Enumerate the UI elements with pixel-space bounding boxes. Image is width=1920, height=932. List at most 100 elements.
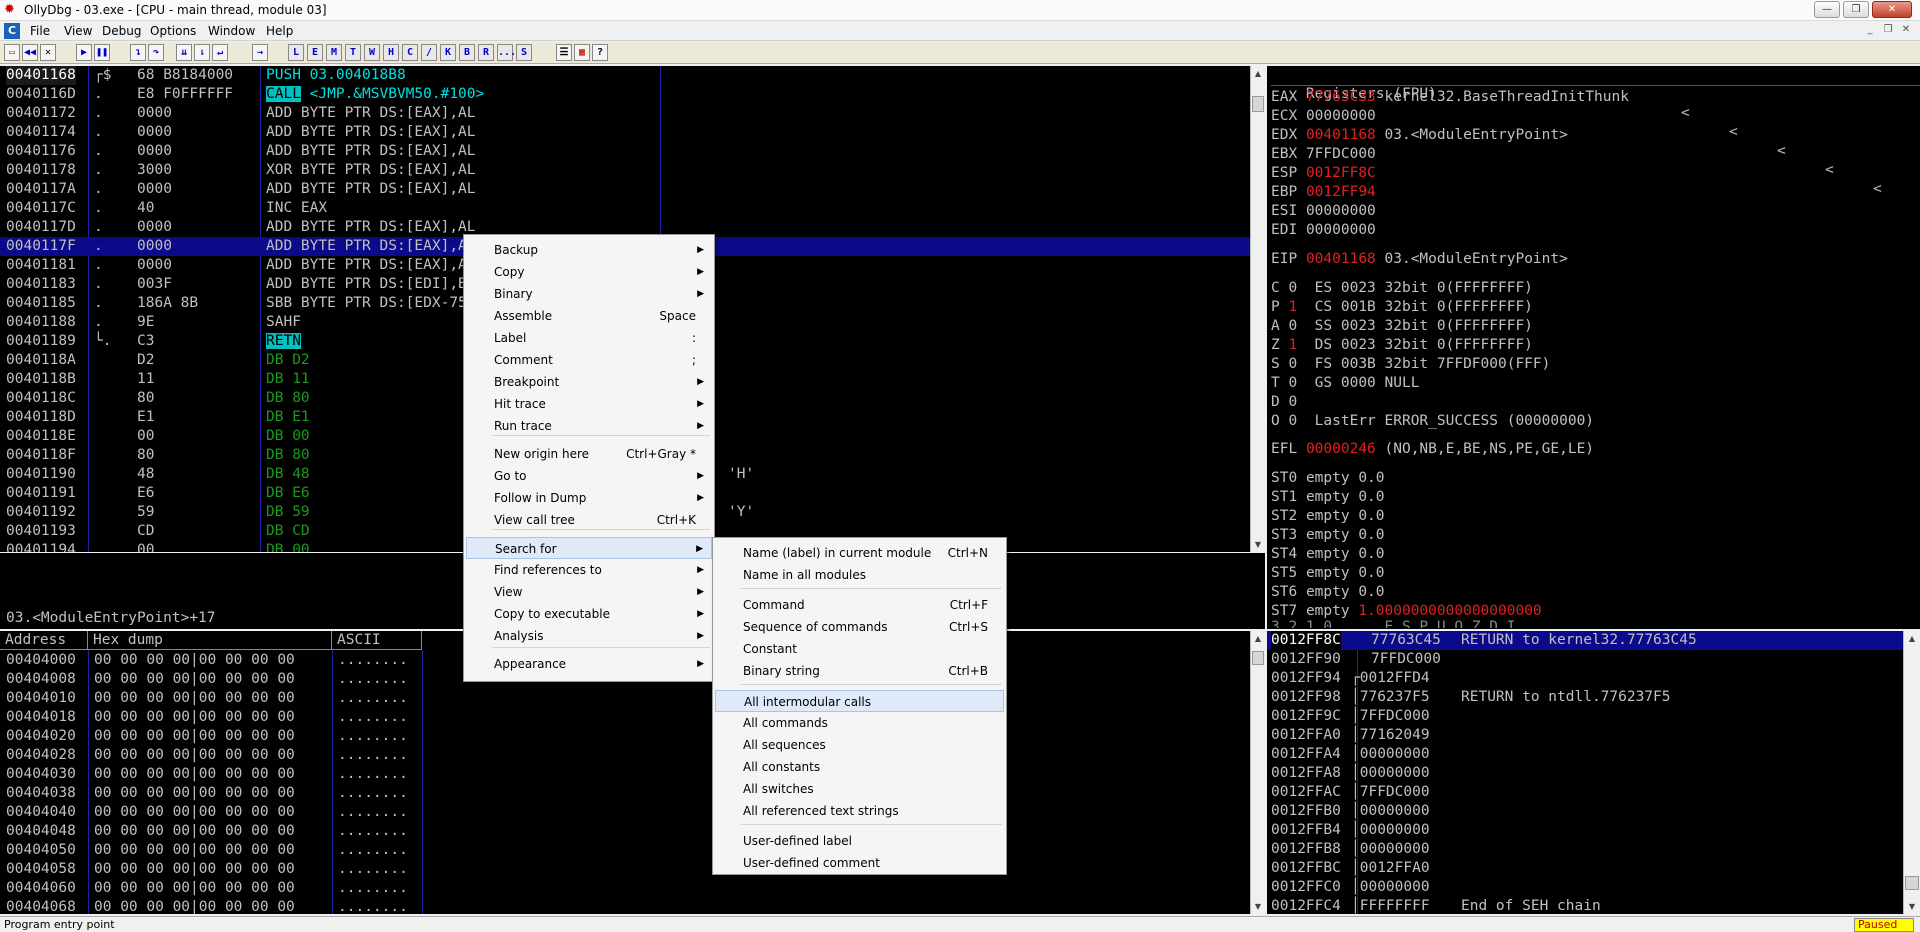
dump-row[interactable]: 00404048 00 00 00 00|00 00 00 00........ (0, 822, 1250, 841)
menu-window[interactable]: Window (208, 24, 255, 38)
memory-window-button[interactable]: M (326, 44, 342, 61)
flag-row[interactable]: Z 1 DS 0023 32bit 0(FFFFFFFF) (1271, 336, 1594, 355)
submenu-item[interactable]: Constant (715, 638, 1004, 660)
goto-icon[interactable]: → (252, 44, 268, 61)
context-menu-item[interactable]: Run trace ▶ (466, 415, 712, 437)
menu-debug[interactable]: Debug (102, 24, 141, 38)
breakpoints-window-button[interactable]: B (459, 44, 475, 61)
restore-button[interactable]: ❐ (1843, 1, 1869, 18)
list-icon[interactable]: ☰ (556, 44, 572, 61)
scroll-up-arrow-icon[interactable]: ▲ (1251, 66, 1265, 81)
context-menu-item[interactable]: Go to ▶ (466, 465, 712, 487)
submenu-item[interactable]: All constants (715, 756, 1004, 778)
stack-pane[interactable]: 0012FF8C 77763C45 RETURN to kernel32.77763… (1267, 631, 1903, 914)
menu-help[interactable]: Help (266, 24, 293, 38)
fpu-register-row[interactable]: ST6 empty 0.0 (1271, 583, 1542, 602)
scroll-up-arrow-icon[interactable]: ▲ (1904, 631, 1920, 646)
submenu-item[interactable]: Name (label) in current module Ctrl+N (715, 542, 1004, 564)
flag-row[interactable]: T 0 GS 0000 NULL (1271, 374, 1594, 393)
dump-row[interactable]: 00404028 00 00 00 00|00 00 00 00........ (0, 746, 1250, 765)
threads-window-button[interactable]: T (345, 44, 361, 61)
context-menu-item[interactable]: Analysis ▶ (466, 625, 712, 647)
stack-row[interactable]: 0012FF9C │7FFDC000 (1267, 707, 1903, 726)
submenu-item[interactable]: Command Ctrl+F (715, 594, 1004, 616)
help-icon[interactable]: ? (592, 44, 608, 61)
mdi-minimize-button[interactable]: _ (1862, 23, 1878, 38)
flag-row[interactable]: C 0 ES 0023 32bit 0(FFFFFFFF) (1271, 279, 1594, 298)
scroll-down-arrow-icon[interactable]: ▼ (1251, 537, 1265, 552)
stack-row[interactable]: 0012FF98 │776237F5 RETURN to ntdll.776237F… (1267, 688, 1903, 707)
context-menu-item[interactable]: Label: (466, 327, 712, 349)
dump-row[interactable]: 00404058 00 00 00 00|00 00 00 00........ (0, 860, 1250, 879)
registers-nav-5[interactable]: < (1873, 180, 1882, 199)
stack-row[interactable]: 0012FFAC │7FFDC000 (1267, 783, 1903, 802)
flag-row[interactable]: P 1 CS 001B 32bit 0(FFFFFFFF) (1271, 298, 1594, 317)
dump-row[interactable]: 00404050 00 00 00 00|00 00 00 00........ (0, 841, 1250, 860)
scroll-down-arrow-icon[interactable]: ▼ (1251, 899, 1265, 914)
context-menu-item[interactable]: Hit trace ▶ (466, 393, 712, 415)
flag-row[interactable]: O 0 LastErr ERROR_SUCCESS (00000000) (1271, 412, 1594, 431)
submenu-item[interactable]: All commands (715, 712, 1004, 734)
context-menu-item[interactable]: Comment; (466, 349, 712, 371)
stack-row[interactable]: 0012FF90 7FFDC000 (1267, 650, 1903, 669)
close-button[interactable]: ✕ (1872, 1, 1912, 18)
minimize-button[interactable]: — (1814, 1, 1840, 18)
run-trace-window-button[interactable]: ... (497, 44, 516, 61)
step-into-icon[interactable]: ↴ (130, 44, 146, 61)
flag-row[interactable]: S 0 FS 003B 32bit 7FFDF000(FFF) (1271, 355, 1594, 374)
menu-file[interactable]: File (30, 24, 50, 38)
cpu-window-icon[interactable]: C (4, 23, 20, 39)
register-row[interactable]: EBX 7FFDC000 (1271, 145, 1629, 164)
register-row[interactable]: ESP 0012FF8C (1271, 164, 1629, 183)
dump-row[interactable]: 00404060 00 00 00 00|00 00 00 00........ (0, 879, 1250, 898)
context-menu-item[interactable]: Backup ▶ (466, 239, 712, 261)
submenu-item[interactable]: All referenced text strings (715, 800, 1004, 822)
registers-nav-3[interactable]: < (1777, 142, 1786, 161)
stack-row[interactable]: 0012FFC4 │FFFFFFFF End of SEH chain (1267, 897, 1903, 914)
menu-view[interactable]: View (64, 24, 92, 38)
dump-row[interactable]: 00404010 00 00 00 00|00 00 00 00........ (0, 689, 1250, 708)
dump-scrollbar[interactable]: ▲ ▼ (1250, 631, 1265, 914)
handles-window-button[interactable]: H (383, 44, 399, 61)
register-row[interactable]: ECX 00000000 (1271, 107, 1629, 126)
execute-till-return-icon[interactable]: ↵ (212, 44, 228, 61)
context-menu-item[interactable]: Copy to executable ▶ (466, 603, 712, 625)
dump-row[interactable]: 00404018 00 00 00 00|00 00 00 00........ (0, 708, 1250, 727)
dump-header-hex[interactable]: Hex dump (88, 631, 332, 650)
fpu-register-row[interactable]: ST4 empty 0.0 (1271, 545, 1542, 564)
stack-row[interactable]: 0012FFA0 │77162049 (1267, 726, 1903, 745)
flag-row[interactable]: D 0 (1271, 393, 1594, 412)
registers-pane[interactable]: Registers (FPU) < < < < < EAX 77763C33 k… (1267, 66, 1920, 629)
register-row[interactable]: EDI 00000000 (1271, 221, 1629, 240)
trace-into-icon[interactable]: ⇊ (176, 44, 192, 61)
context-menu-item[interactable]: Copy ▶ (466, 261, 712, 283)
windows-window-button[interactable]: W (364, 44, 380, 61)
scroll-down-arrow-icon[interactable]: ▼ (1904, 899, 1920, 914)
context-menu-item[interactable]: View ▶ (466, 581, 712, 603)
dump-header-ascii[interactable]: ASCII (332, 631, 422, 650)
submenu-item[interactable]: All intermodular calls (715, 690, 1004, 712)
disasm-row[interactable]: 00401168 ┌$ 68 B8184000 PUSH 03.004018B8 (0, 66, 1250, 85)
submenu-item[interactable]: User-defined comment (715, 852, 1004, 874)
dump-row[interactable]: 00404030 00 00 00 00|00 00 00 00........ (0, 765, 1250, 784)
log-window-button[interactable]: L (288, 44, 304, 61)
restart-icon[interactable]: ◀◀ (22, 44, 38, 61)
stack-row[interactable]: 0012FF94 ┌0012FFD4 (1267, 669, 1903, 688)
disasm-row[interactable]: 00401176. 0000 ADD BYTE PTR DS:[EAX],AL (0, 142, 1250, 161)
submenu-item[interactable]: User-defined label (715, 830, 1004, 852)
dump-row[interactable]: 00404040 00 00 00 00|00 00 00 00........ (0, 803, 1250, 822)
dump-row[interactable]: 00404038 00 00 00 00|00 00 00 00........ (0, 784, 1250, 803)
dump-header-address[interactable]: Address (0, 631, 88, 650)
scroll-up-arrow-icon[interactable]: ▲ (1251, 631, 1265, 646)
context-menu-item[interactable]: Breakpoint ▶ (466, 371, 712, 393)
run-icon[interactable]: ▶ (76, 44, 92, 61)
mdi-close-button[interactable]: ✕ (1898, 23, 1914, 38)
submenu-item[interactable]: Name in all modules (715, 564, 1004, 586)
modules-window-button[interactable]: E (307, 44, 323, 61)
stack-row[interactable]: 0012FFA8 │00000000 (1267, 764, 1903, 783)
dump-row[interactable]: 00404068 00 00 00 00|00 00 00 00........ (0, 898, 1250, 914)
call-stack-window-button[interactable]: K (440, 44, 456, 61)
disasm-row[interactable]: 00401174. 0000 ADD BYTE PTR DS:[EAX],AL (0, 123, 1250, 142)
pause-icon[interactable]: ❚❚ (94, 44, 110, 61)
register-row[interactable]: EAX 77763C33 kernel32.BaseThreadInitThun… (1271, 88, 1629, 107)
